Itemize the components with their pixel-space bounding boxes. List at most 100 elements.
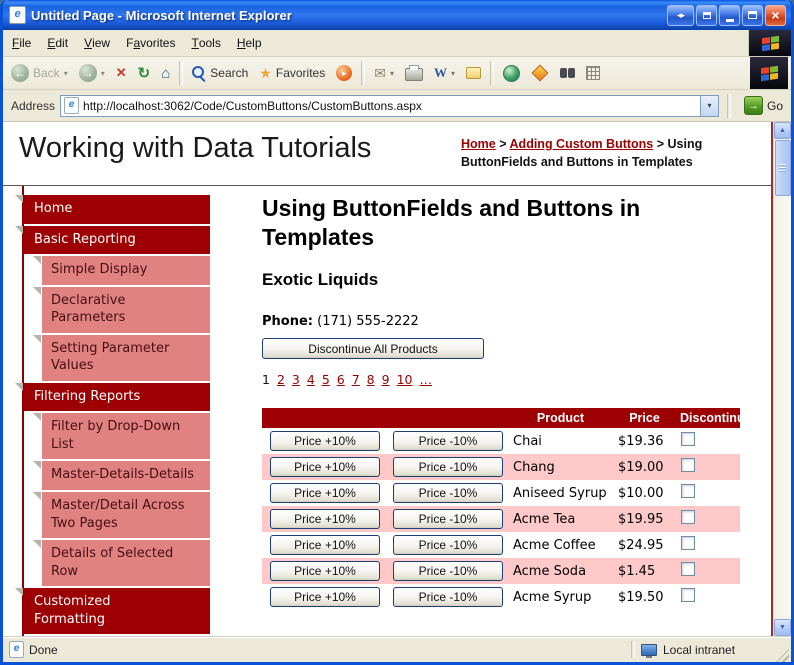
price-cell: $19.50 bbox=[618, 589, 664, 605]
price-down-button[interactable]: Price -10% bbox=[393, 431, 503, 451]
sidebar-item-simple-display[interactable]: Simple Display bbox=[33, 256, 210, 285]
pager-page-ellipsis[interactable]: … bbox=[419, 372, 432, 387]
breadcrumb-adding-custom-buttons[interactable]: Adding Custom Buttons bbox=[510, 137, 654, 151]
price-down-button[interactable]: Price -10% bbox=[393, 561, 503, 581]
price-down-button[interactable]: Price -10% bbox=[393, 587, 503, 607]
pager-page-9[interactable]: 9 bbox=[382, 372, 390, 387]
discontinued-checkbox[interactable] bbox=[681, 484, 695, 498]
scroll-up-button[interactable]: ▲ bbox=[774, 122, 791, 139]
discontinued-checkbox[interactable] bbox=[681, 510, 695, 524]
menu-favorites[interactable]: Fa vorites bbox=[118, 30, 183, 56]
vertical-scrollbar[interactable]: ▲ ▼ bbox=[773, 122, 791, 636]
discontinued-checkbox[interactable] bbox=[681, 562, 695, 576]
mail-button[interactable]: ✉ ▾ bbox=[369, 63, 399, 84]
refresh-button[interactable]: ↻ bbox=[133, 62, 156, 84]
sidebar-item-details-of-selected-row[interactable]: Details of Selected Row bbox=[33, 540, 210, 587]
minimize-button[interactable] bbox=[719, 4, 740, 26]
menu-file[interactable]: File bbox=[4, 30, 39, 56]
addon-button-1[interactable] bbox=[526, 64, 554, 82]
sidebar-item-filter-by-drop-down-list[interactable]: Filter by Drop-Down List bbox=[33, 413, 210, 460]
sidebar-item-declarative-parameters[interactable]: Declarative Parameters bbox=[33, 286, 210, 333]
pager-page-8[interactable]: 8 bbox=[367, 372, 375, 387]
favorites-button[interactable]: ★ Favorites bbox=[254, 63, 330, 84]
quick-nav-button[interactable]: ◂ ▸ bbox=[667, 4, 694, 26]
pager-page-6[interactable]: 6 bbox=[337, 372, 345, 387]
forward-button[interactable]: → ▾ bbox=[74, 62, 110, 84]
menu-view[interactable]: View bbox=[76, 30, 118, 56]
resize-grip[interactable] bbox=[776, 649, 789, 662]
scroll-down-button[interactable]: ▼ bbox=[774, 619, 791, 636]
mail-icon: ✉ bbox=[374, 64, 386, 81]
sidebar-item-home[interactable]: Home bbox=[15, 195, 210, 224]
print-button[interactable] bbox=[400, 63, 428, 83]
column-header-product: Product bbox=[508, 408, 613, 428]
product-row-chai: Price +10% Price -10% Chai $19.36 bbox=[262, 428, 740, 454]
price-down-button[interactable]: Price -10% bbox=[393, 535, 503, 555]
price-down-button[interactable]: Price -10% bbox=[393, 509, 503, 529]
maximize-button[interactable] bbox=[742, 4, 763, 26]
maximize-icon bbox=[748, 11, 757, 19]
address-dropdown-button[interactable]: ▾ bbox=[699, 95, 718, 116]
search-button[interactable]: Search bbox=[187, 64, 253, 83]
menu-help[interactable]: Help bbox=[229, 30, 270, 56]
discuss-button[interactable] bbox=[461, 65, 486, 81]
back-button[interactable]: ← Back ▾ bbox=[6, 62, 73, 84]
menu-edit[interactable]: Edit bbox=[39, 30, 76, 56]
sidebar-item-master-detail-across-two-pages[interactable]: Master/Detail Across Two Pages bbox=[33, 492, 210, 539]
price-up-button[interactable]: Price +10% bbox=[270, 587, 380, 607]
pager-page-3[interactable]: 3 bbox=[292, 372, 300, 387]
product-cell: Aniseed Syrup bbox=[513, 485, 607, 501]
pager-page-5[interactable]: 5 bbox=[322, 372, 330, 387]
window-switch-button[interactable] bbox=[696, 4, 717, 26]
discontinued-checkbox[interactable] bbox=[681, 536, 695, 550]
go-button[interactable]: → Go bbox=[739, 96, 788, 115]
pager-page-2[interactable]: 2 bbox=[277, 372, 285, 387]
grid-icon bbox=[585, 66, 600, 80]
home-button[interactable]: ⌂ bbox=[156, 63, 175, 84]
scrollbar-thumb[interactable] bbox=[775, 140, 791, 196]
sidebar-item-setting-parameter-values[interactable]: Setting Parameter Values bbox=[33, 334, 210, 381]
price-down-button[interactable]: Price -10% bbox=[393, 457, 503, 477]
addon-button-3[interactable] bbox=[581, 64, 605, 82]
sidebar-item-label: Customized Formatting bbox=[34, 594, 111, 627]
price-up-button[interactable]: Price +10% bbox=[270, 535, 380, 555]
breadcrumb: Home > Adding Custom Buttons > Using But… bbox=[461, 136, 757, 171]
discontinued-cell bbox=[676, 428, 740, 454]
discuss-icon bbox=[465, 67, 481, 79]
breadcrumb-home[interactable]: Home bbox=[461, 137, 496, 151]
price-up-button[interactable]: Price +10% bbox=[270, 561, 380, 581]
price-up-button[interactable]: Price +10% bbox=[270, 483, 380, 503]
messenger-button[interactable] bbox=[498, 63, 525, 84]
price-up-cell: Price +10% bbox=[262, 506, 388, 532]
media-button[interactable]: ▸ bbox=[331, 63, 357, 83]
pager-page-7[interactable]: 7 bbox=[352, 372, 360, 387]
price-down-button[interactable]: Price -10% bbox=[393, 483, 503, 503]
back-label: Back bbox=[33, 66, 60, 80]
title-bar[interactable]: e Untitled Page - Microsoft Internet Exp… bbox=[3, 0, 791, 30]
sidebar-item-filtering-reports[interactable]: Filtering Reports bbox=[15, 382, 210, 412]
sidebar-item-customized-formatting[interactable]: Customized Formatting bbox=[15, 588, 210, 635]
menu-tools[interactable]: Tools bbox=[183, 30, 228, 56]
discontinued-checkbox[interactable] bbox=[681, 458, 695, 472]
price-down-cell: Price -10% bbox=[388, 428, 508, 454]
window-title: Untitled Page - Microsoft Internet Explo… bbox=[31, 7, 292, 23]
edit-button[interactable]: W ▾ bbox=[429, 63, 460, 83]
pager-page-4[interactable]: 4 bbox=[307, 372, 315, 387]
pager-page-10[interactable]: 10 bbox=[397, 372, 413, 387]
stop-button[interactable]: ✕ bbox=[111, 63, 132, 83]
fold-icon bbox=[33, 334, 41, 343]
home-icon: ⌂ bbox=[161, 64, 171, 82]
address-input[interactable]: e http://localhost:3062/Code/CustomButto… bbox=[60, 94, 719, 117]
addon-button-2[interactable] bbox=[555, 66, 580, 80]
price-up-button[interactable]: Price +10% bbox=[270, 509, 380, 529]
discontinue-all-button[interactable]: Discontinue All Products bbox=[262, 338, 484, 359]
forward-dropdown-icon: ▾ bbox=[100, 68, 105, 78]
discontinued-checkbox[interactable] bbox=[681, 588, 695, 602]
sidebar-item-basic-reporting[interactable]: Basic Reporting bbox=[15, 225, 210, 255]
price-up-button[interactable]: Price +10% bbox=[270, 457, 380, 477]
sidebar-item-master-details-details[interactable]: Master-Details-Details bbox=[33, 461, 210, 491]
price-up-button[interactable]: Price +10% bbox=[270, 431, 380, 451]
page-content: Working with Data Tutorials Home > Addin… bbox=[3, 122, 773, 636]
close-button[interactable]: × bbox=[765, 4, 786, 26]
discontinued-checkbox[interactable] bbox=[681, 432, 695, 446]
